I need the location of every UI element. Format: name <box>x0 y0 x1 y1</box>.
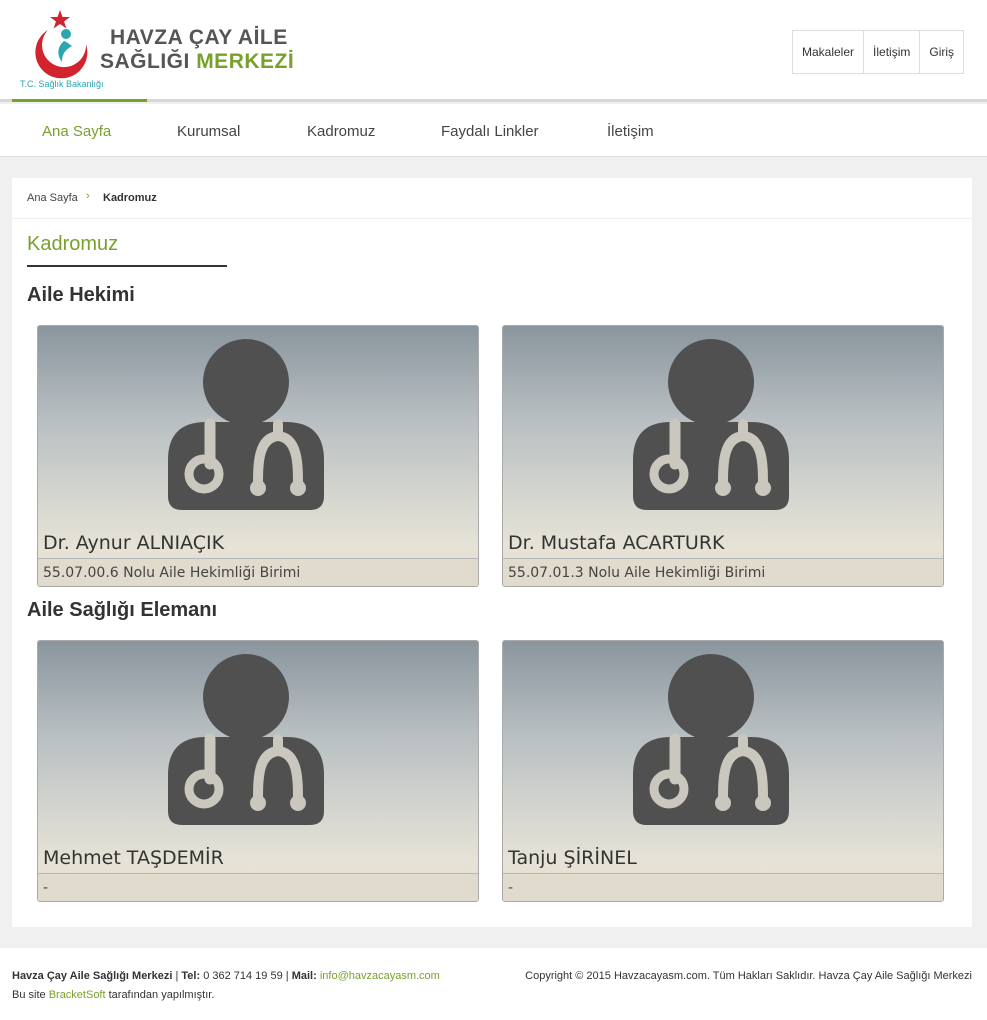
staff-unit: 55.07.00.6 Nolu Aile Hekimliği Birimi <box>43 565 301 581</box>
nav-item-staff[interactable]: Kadromuz <box>307 104 375 159</box>
staff-unit-bar: - <box>503 873 943 901</box>
footer-contact-line: Havza Çay Aile Sağlığı Merkezi | Tel: 0 … <box>12 970 440 982</box>
staff-unit: - <box>508 880 514 896</box>
doctor-stethoscope-icon <box>168 339 324 510</box>
footer-tel: 0 362 714 19 59 <box>203 970 283 982</box>
staff-unit-bar: - <box>38 873 478 901</box>
logo-title-part: SAĞLIĞI <box>100 50 197 73</box>
staff-name: Tanju ŞİRİNEL <box>508 847 637 869</box>
doctor-stethoscope-icon <box>633 339 789 510</box>
top-links: Makaleler İletişim Giriş <box>792 30 965 74</box>
nav-item-useful-links[interactable]: Faydalı Linkler <box>441 104 539 159</box>
doctor-stethoscope-icon <box>633 654 789 825</box>
footer-credit-prefix: Bu site <box>12 989 49 1001</box>
top-link-contact[interactable]: İletişim <box>863 31 919 73</box>
staff-card[interactable]: Dr. Aynur ALNIAÇIK 55.07.00.6 Nolu Aile … <box>37 325 479 587</box>
footer-tel-label: Tel: <box>181 970 201 982</box>
top-link-articles[interactable]: Makaleler <box>793 31 863 73</box>
site-logo[interactable]: HAVZA ÇAY AİLE SAĞLIĞI MERKEZİ T.C. Sağl… <box>18 8 294 92</box>
section-title-family-health-staff: Aile Sağlığı Elemanı <box>27 599 218 621</box>
main-nav: Ana Sayfa Kurumsal Kadromuz Faydalı Link… <box>0 104 987 157</box>
logo-title-line2: SAĞLIĞI MERKEZİ <box>100 50 294 74</box>
staff-card[interactable]: Dr. Mustafa ACARTURK 55.07.01.3 Nolu Ail… <box>502 325 944 587</box>
staff-card[interactable]: Mehmet TAŞDEMİR - <box>37 640 479 902</box>
nav-item-corporate[interactable]: Kurumsal <box>177 104 240 159</box>
content-panel: Ana Sayfa › Kadromuz Kadromuz Aile Hekim… <box>12 178 972 927</box>
footer-mail-link[interactable]: info@havzacayasm.com <box>320 970 440 982</box>
site-header: HAVZA ÇAY AİLE SAĞLIĞI MERKEZİ T.C. Sağl… <box>0 0 987 102</box>
breadcrumb: Ana Sayfa › Kadromuz <box>12 178 972 219</box>
staff-unit-bar: 55.07.00.6 Nolu Aile Hekimliği Birimi <box>38 558 478 586</box>
breadcrumb-current: Kadromuz <box>103 192 157 204</box>
ministry-emblem-icon <box>35 10 88 79</box>
doctor-stethoscope-icon <box>168 654 324 825</box>
footer-org: Havza Çay Aile Sağlığı Merkezi <box>12 970 173 982</box>
footer-developer-link[interactable]: BracketSoft <box>49 989 106 1001</box>
nav-item-contact[interactable]: İletişim <box>607 104 654 159</box>
footer-credit-suffix: tarafından yapılmıştır. <box>105 989 215 1001</box>
site-footer: Havza Çay Aile Sağlığı Merkezi | Tel: 0 … <box>0 948 987 1020</box>
breadcrumb-home[interactable]: Ana Sayfa <box>27 192 78 204</box>
section-title-family-physician: Aile Hekimi <box>27 284 135 306</box>
title-divider <box>27 265 227 267</box>
logo-title-accent: MERKEZİ <box>196 50 295 73</box>
nav-item-home[interactable]: Ana Sayfa <box>42 104 111 159</box>
chevron-right-icon: › <box>86 190 90 202</box>
ministry-label: T.C. Sağlık Bakanlığı <box>20 79 104 89</box>
staff-name: Mehmet TAŞDEMİR <box>43 847 224 869</box>
logo-underline <box>12 99 147 102</box>
staff-name: Dr. Aynur ALNIAÇIK <box>43 532 225 554</box>
staff-unit: 55.07.01.3 Nolu Aile Hekimliği Birimi <box>508 565 766 581</box>
staff-unit-bar: 55.07.01.3 Nolu Aile Hekimliği Birimi <box>503 558 943 586</box>
staff-card[interactable]: Tanju ŞİRİNEL - <box>502 640 944 902</box>
footer-mail-label: Mail: <box>291 970 317 982</box>
logo-title-line1: HAVZA ÇAY AİLE <box>110 26 288 49</box>
page-title: Kadromuz <box>27 233 119 255</box>
footer-copyright: Copyright © 2015 Havzacayasm.com. Tüm Ha… <box>525 970 972 982</box>
staff-unit: - <box>43 880 49 896</box>
footer-credit-line: Bu site BracketSoft tarafından yapılmışt… <box>12 989 214 1001</box>
staff-name: Dr. Mustafa ACARTURK <box>508 532 725 554</box>
top-link-login[interactable]: Giriş <box>919 31 963 73</box>
